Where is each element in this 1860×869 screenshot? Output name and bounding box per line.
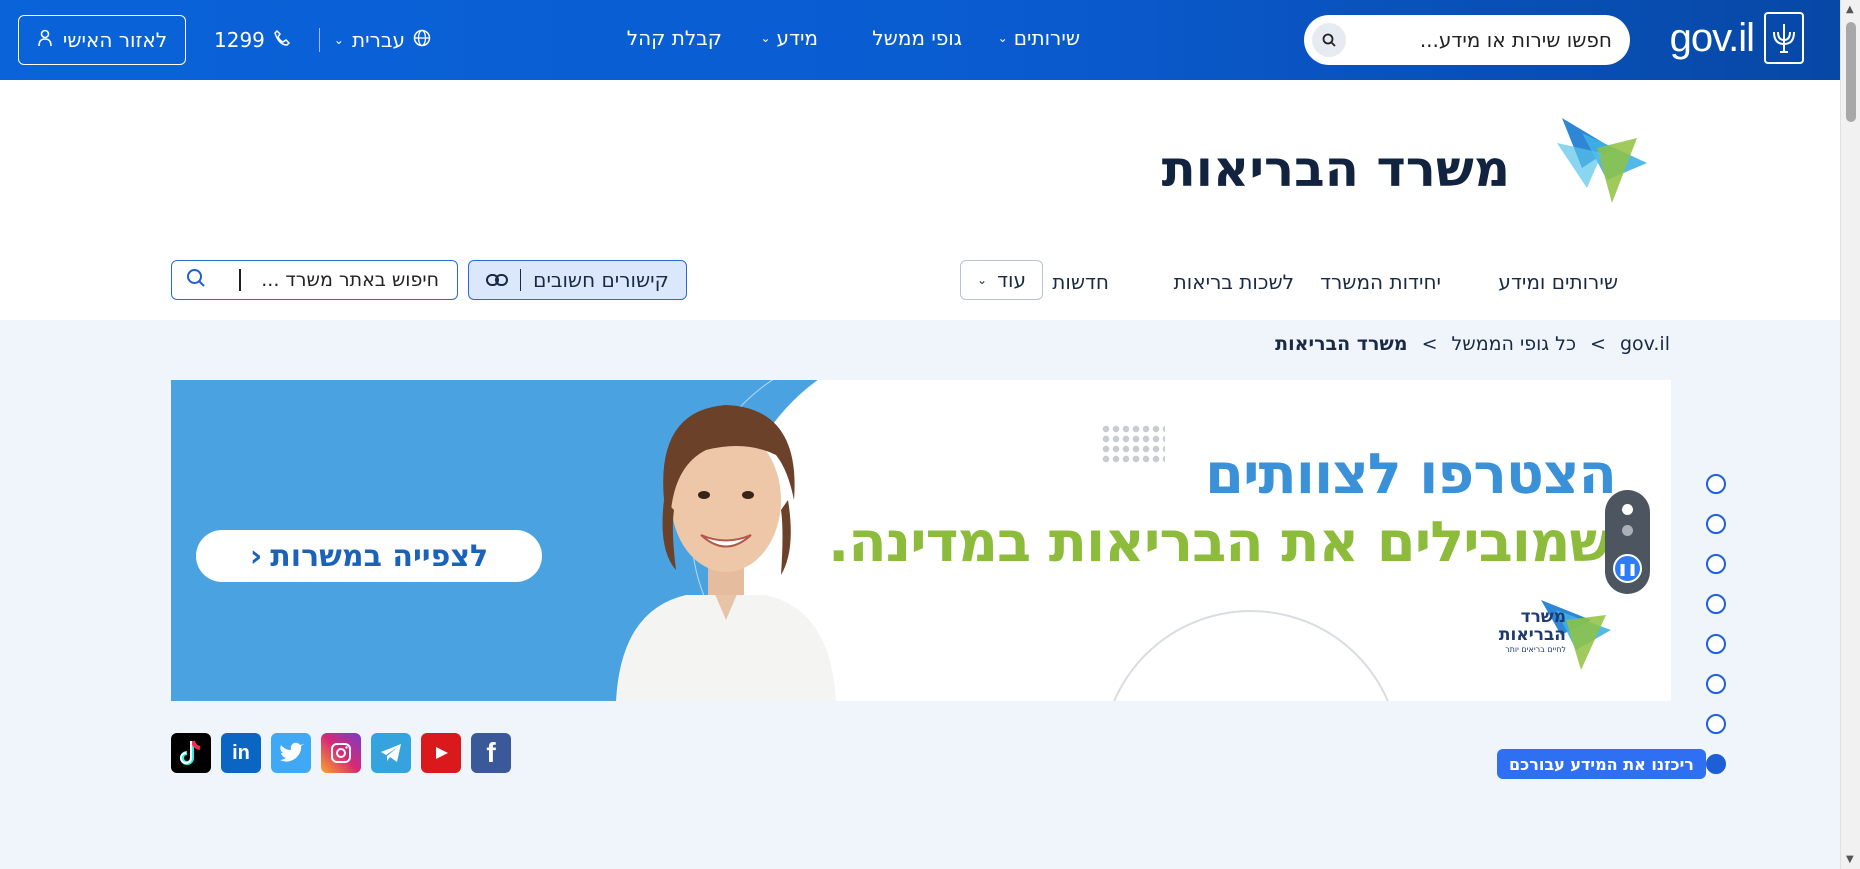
slide-dot-active[interactable] xyxy=(1622,504,1633,515)
banner-headline-2: שמובילים את הבריאות במדינה. xyxy=(827,510,1612,575)
globe-icon xyxy=(413,28,431,52)
user-icon xyxy=(37,28,53,52)
side-nav-active-label[interactable]: ריכזנו את המידע עבורכם xyxy=(1497,749,1706,779)
more-label: עוד xyxy=(997,268,1026,292)
more-dropdown[interactable]: עוד ⌄ xyxy=(960,260,1043,300)
instagram-icon[interactable] xyxy=(321,733,361,773)
side-nav-dot[interactable] xyxy=(1706,714,1726,734)
breadcrumb-separator: > xyxy=(1590,333,1606,355)
banner-logo-line-2: הבריאות xyxy=(1498,625,1566,645)
side-nav-dot[interactable] xyxy=(1706,634,1726,654)
divider xyxy=(520,269,522,291)
telegram-icon[interactable] xyxy=(371,733,411,773)
chevron-down-icon: ⌄ xyxy=(977,273,988,287)
subnav-news[interactable]: חדשות xyxy=(1052,270,1109,294)
view-jobs-button[interactable]: לצפייה במשרות ‹ xyxy=(196,530,542,582)
subnav-units[interactable]: יחידות המשרד xyxy=(1320,270,1441,294)
scrollbar-thumb[interactable] xyxy=(1846,22,1856,122)
banner-logo-text: משרד הבריאות xyxy=(1499,608,1566,644)
chevron-left-icon: ‹ xyxy=(249,538,263,574)
site-search-box xyxy=(171,260,458,300)
banner-ring-decoration xyxy=(1101,610,1401,701)
breadcrumb: gov.il > כל גופי הממשל > משרד הבריאות xyxy=(1275,333,1670,355)
personal-area-button[interactable]: לאזור האישי xyxy=(18,15,186,65)
phone-number-text: 1299 xyxy=(214,28,265,52)
top-nav-info-label: מידע xyxy=(776,26,819,50)
site-search-input[interactable] xyxy=(239,269,439,291)
dots-decoration xyxy=(1101,424,1165,464)
breadcrumb-separator: > xyxy=(1421,333,1438,355)
hero-banner[interactable]: לצפייה במשרות ‹ הצטרפו לצוותים שמובילים … xyxy=(171,380,1671,701)
banner-logo-line-1: משרד xyxy=(1520,607,1566,627)
side-nav-dot[interactable] xyxy=(1706,594,1726,614)
scroll-down-arrow-icon[interactable]: ▼ xyxy=(1846,854,1854,865)
top-bar: gov.il שירותים ⌄ גופי ממשל מידע ⌄ קבלת ק… xyxy=(0,0,1840,80)
top-nav-info[interactable]: מידע ⌄ xyxy=(760,26,818,50)
slide-dot[interactable] xyxy=(1622,525,1633,536)
top-nav-reception[interactable]: קבלת קהל xyxy=(627,26,722,50)
top-nav-services[interactable]: שירותים ⌄ xyxy=(998,26,1080,50)
ministry-logo-icon[interactable] xyxy=(1542,108,1652,208)
chevron-down-icon: ⌄ xyxy=(333,33,344,47)
page-scrollbar[interactable]: ▲ ▼ xyxy=(1840,0,1860,869)
top-nav-reception-label: קבלת קהל xyxy=(626,26,722,50)
slider-controls: ❚❚ xyxy=(1605,490,1650,594)
scroll-up-arrow-icon[interactable]: ▲ xyxy=(1846,4,1854,15)
breadcrumb-item-gov-bodies[interactable]: כל גופי הממשל xyxy=(1451,333,1576,355)
search-icon[interactable] xyxy=(186,268,206,292)
pause-icon[interactable]: ❚❚ xyxy=(1613,554,1642,583)
subnav-health-offices[interactable]: לשכות בריאות xyxy=(1174,270,1294,294)
important-links-label: קישורים חשובים xyxy=(533,268,669,292)
subnav-services-info[interactable]: שירותים ומידע xyxy=(1498,270,1618,294)
ministry-header: משרד הבריאות שירותים ומידע יחידות המשרד … xyxy=(0,80,1840,320)
view-jobs-label: לצפייה במשרות xyxy=(270,538,489,574)
side-nav-dot[interactable] xyxy=(1706,474,1726,494)
phone-number[interactable]: 1299 xyxy=(214,28,291,52)
breadcrumb-item-govil[interactable]: gov.il xyxy=(1620,333,1670,355)
chevron-down-icon: ⌄ xyxy=(760,31,771,45)
top-nav-gov-bodies-label: גופי ממשל xyxy=(872,26,962,50)
social-links: in f xyxy=(171,733,511,773)
top-nav-gov-bodies[interactable]: גופי ממשל xyxy=(872,26,962,50)
chevron-down-icon: ⌄ xyxy=(997,31,1008,45)
facebook-icon[interactable]: f xyxy=(471,733,511,773)
link-icon xyxy=(486,268,509,292)
twitter-icon[interactable] xyxy=(271,733,311,773)
personal-area-label: לאזור האישי xyxy=(62,28,168,52)
side-nav-dot[interactable] xyxy=(1706,514,1726,534)
top-nav-services-label: שירותים xyxy=(1013,26,1080,50)
language-selector[interactable]: ⌄ עברית xyxy=(318,28,431,52)
important-links-button[interactable]: קישורים חשובים xyxy=(468,260,687,300)
breadcrumb-current: משרד הבריאות xyxy=(1275,333,1408,355)
phone-icon xyxy=(273,28,291,52)
banner-logo-tagline: לחיים בריאים יותר xyxy=(1505,645,1566,654)
youtube-icon[interactable] xyxy=(421,733,461,773)
side-nav-dot[interactable] xyxy=(1706,674,1726,694)
ministry-title: משרד הבריאות xyxy=(1161,140,1510,198)
side-nav-dot[interactable] xyxy=(1706,554,1726,574)
banner-headline-1: הצטרפו לצוותים xyxy=(1205,442,1617,507)
linkedin-icon[interactable]: in xyxy=(221,733,261,773)
side-nav-dot-active[interactable] xyxy=(1706,754,1726,774)
tiktok-icon[interactable] xyxy=(171,733,211,773)
language-label: עברית xyxy=(351,28,405,52)
